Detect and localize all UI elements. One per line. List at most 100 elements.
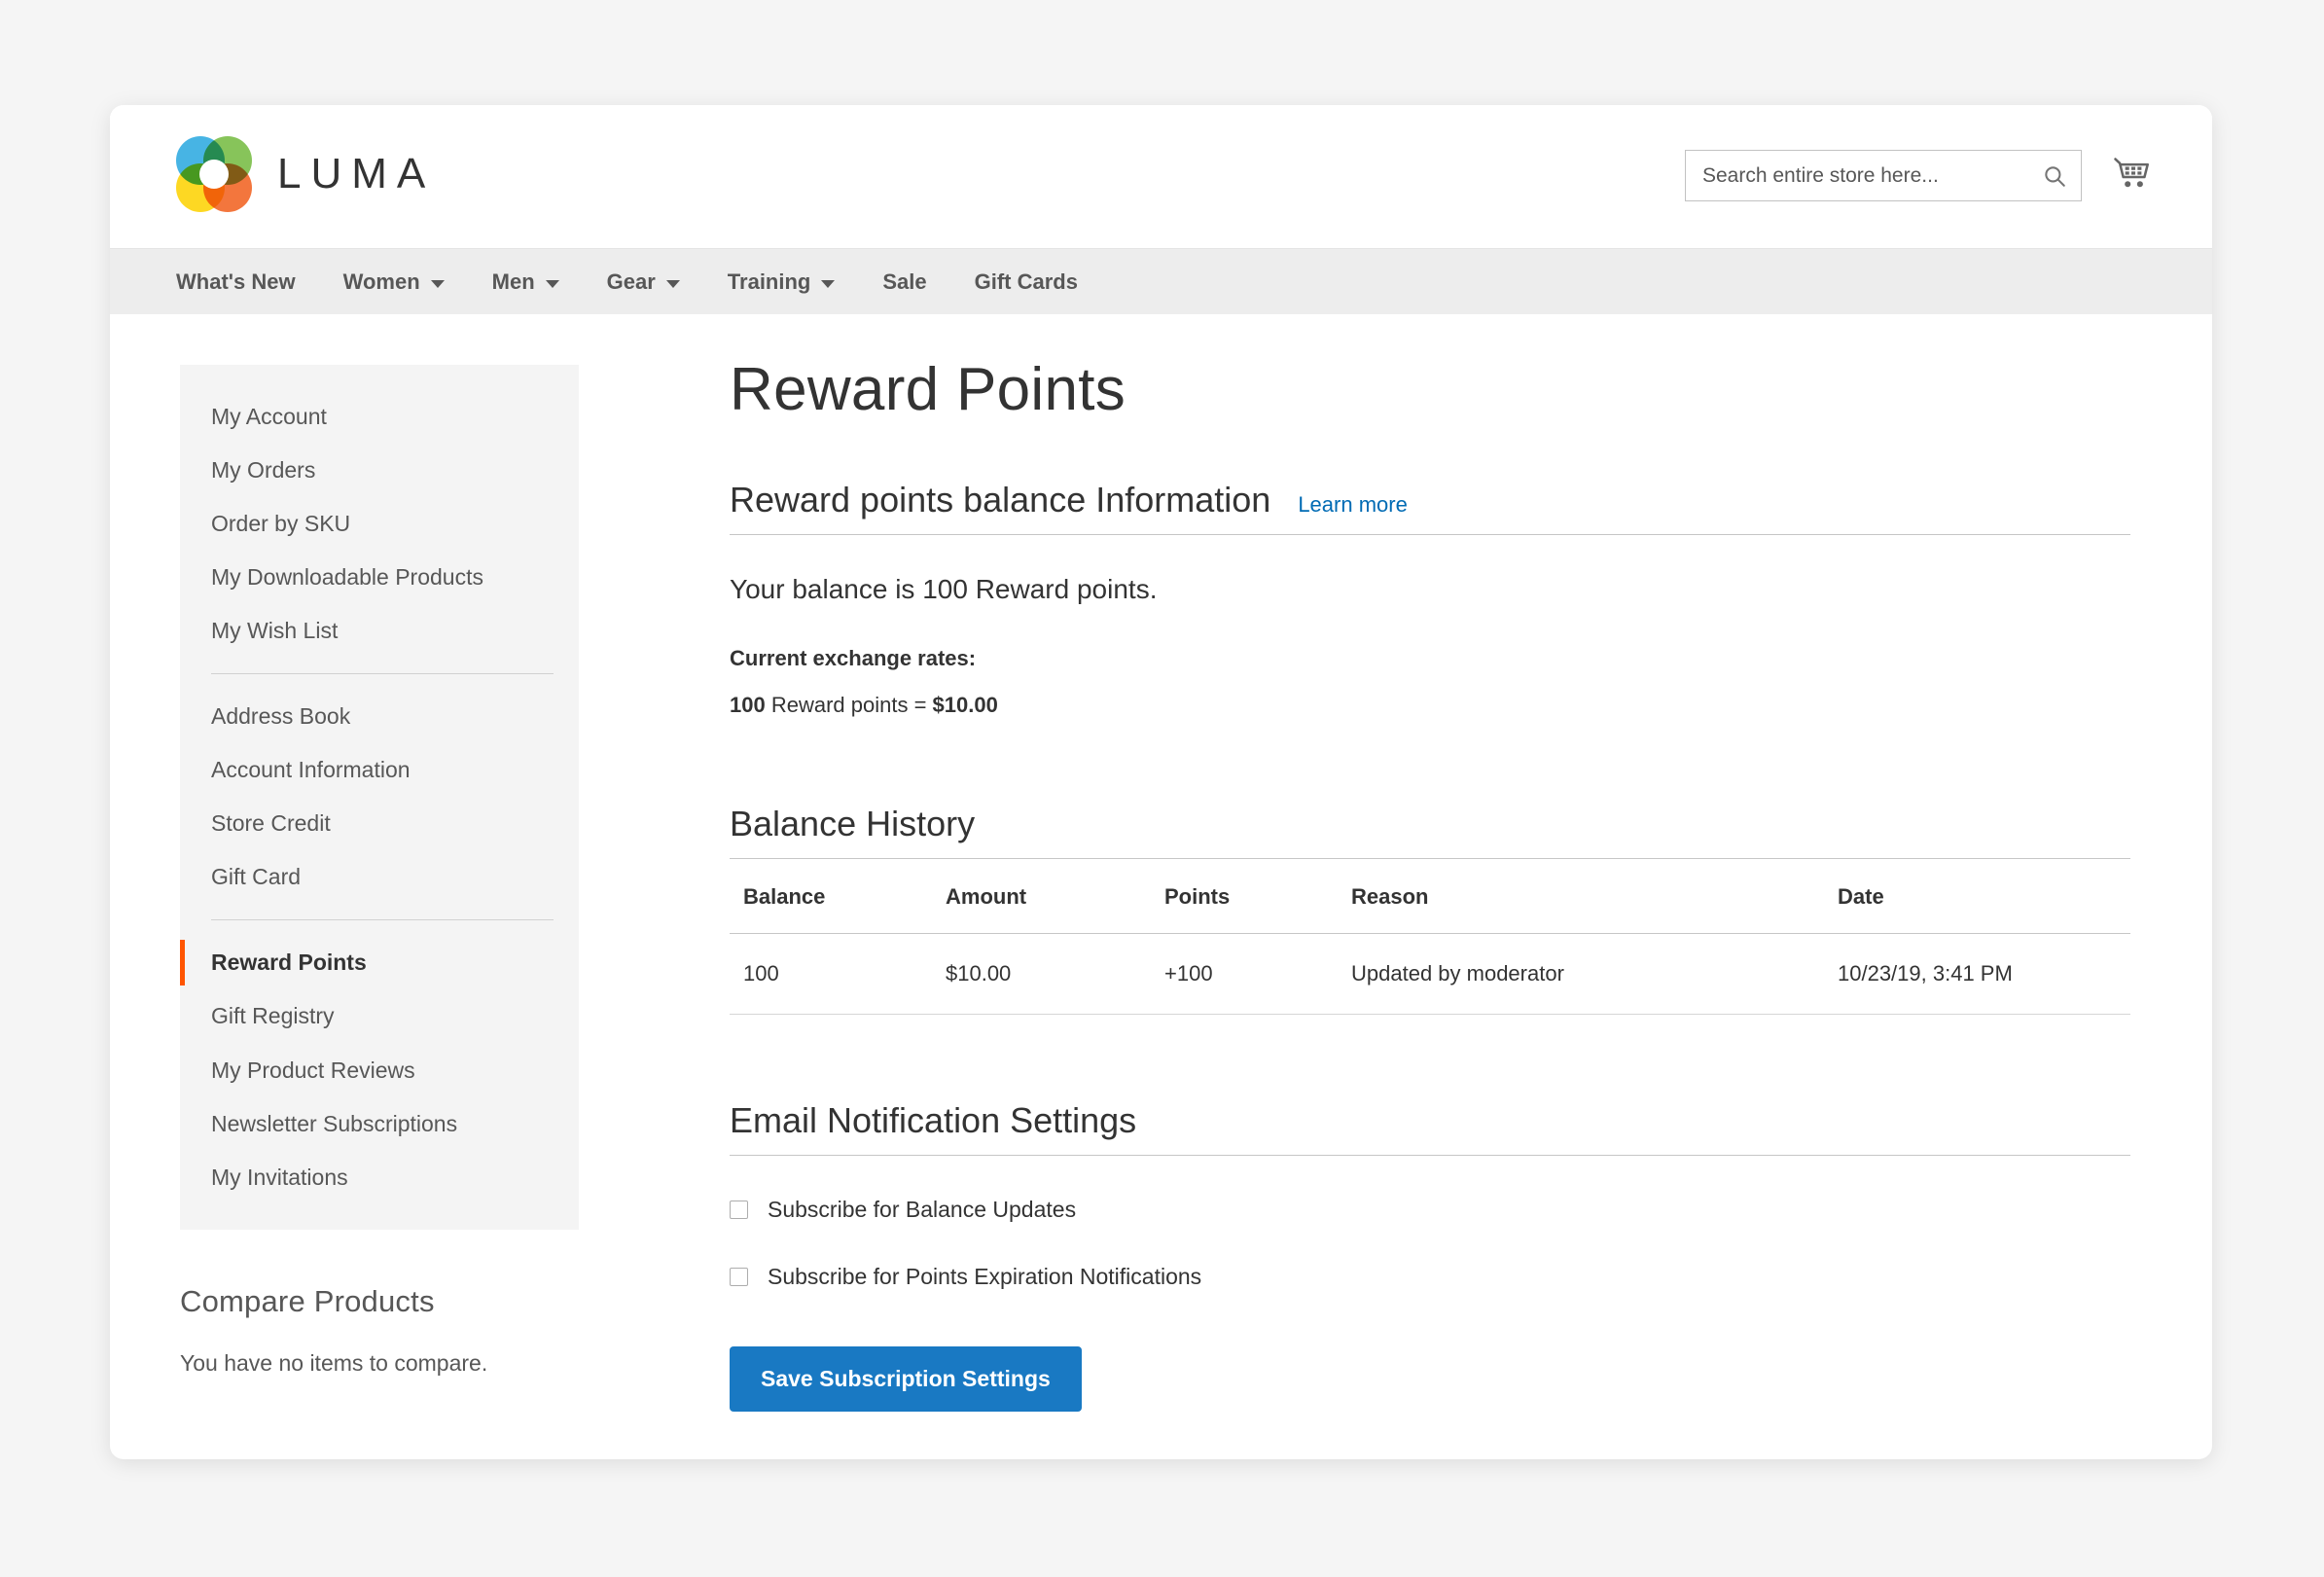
cell-amount: $10.00 — [946, 933, 1164, 1016]
sidebar-item-my-wish-list[interactable]: My Wish List — [180, 604, 579, 658]
email-notification-heading: Email Notification Settings — [730, 1100, 1137, 1141]
table-header-row: Balance Amount Points Reason Date — [730, 859, 2130, 935]
nav-label: Men — [491, 269, 535, 294]
nav-item-gear[interactable]: Gear — [607, 269, 680, 295]
page-title: Reward Points — [730, 356, 1126, 423]
sidebar-item-store-credit[interactable]: Store Credit — [180, 797, 579, 850]
sidebar-divider — [211, 919, 554, 921]
main-navigation: What's New Women Men Gear Training Sale … — [110, 248, 2212, 314]
sidebar-item-label: Reward Points — [211, 950, 367, 976]
sidebar-item-label: My Invitations — [211, 1164, 348, 1190]
exchange-rate-points: 100 — [730, 693, 766, 718]
nav-item-men[interactable]: Men — [492, 269, 559, 295]
page-body: My Account My Orders Order by SKU My Dow… — [110, 314, 2212, 1413]
nav-item-whats-new[interactable]: What's New — [176, 269, 296, 295]
column-header-balance: Balance — [730, 859, 946, 935]
chevron-down-icon — [545, 279, 559, 288]
exchange-rate-line: 100 Reward points = $10.00 — [730, 693, 2130, 718]
nav-item-women[interactable]: Women — [343, 269, 445, 295]
site-header: LUMA — [110, 105, 2212, 248]
shopping-cart-icon — [2114, 157, 2149, 187]
sidebar-item-account-information[interactable]: Account Information — [180, 743, 579, 797]
email-notification-section-header: Email Notification Settings — [730, 1100, 2130, 1157]
sidebar-item-my-account[interactable]: My Account — [180, 390, 579, 444]
nav-item-gift-cards[interactable]: Gift Cards — [975, 269, 1078, 295]
sidebar-item-my-downloadable-products[interactable]: My Downloadable Products — [180, 551, 579, 604]
chevron-down-icon — [430, 279, 445, 288]
sidebar-item-label: My Orders — [211, 457, 316, 484]
logo-wordmark: LUMA — [277, 150, 436, 197]
sidebar-item-label: Newsletter Subscriptions — [211, 1110, 458, 1136]
sidebar-item-address-book[interactable]: Address Book — [180, 690, 579, 743]
balance-info-heading: Reward points balance Information — [730, 480, 1271, 520]
sidebar-divider — [211, 673, 554, 675]
cell-points: +100 — [1164, 933, 1351, 1016]
table-row: 100 $10.00 +100 Updated by moderator 10/… — [730, 933, 2130, 1016]
balance-info-section-header: Reward points balance Information Learn … — [730, 480, 2130, 536]
nav-item-sale[interactable]: Sale — [882, 269, 926, 295]
cell-reason: Updated by moderator — [1351, 933, 1838, 1016]
sidebar-item-order-by-sku[interactable]: Order by SKU — [180, 497, 579, 551]
checkbox-label-balance-updates[interactable]: Subscribe for Balance Updates — [768, 1197, 1076, 1223]
sidebar-item-label: Store Credit — [211, 810, 331, 837]
nav-label: Training — [727, 269, 811, 294]
exchange-rate-middle: Reward points = — [765, 693, 933, 718]
cart-button[interactable] — [2111, 157, 2152, 195]
sidebar-item-label: My Account — [211, 404, 327, 429]
account-nav-panel: My Account My Orders Order by SKU My Dow… — [180, 365, 579, 1230]
checkbox-balance-updates[interactable] — [730, 1201, 748, 1220]
column-header-amount: Amount — [946, 859, 1164, 935]
checkbox-row-points-expiration[interactable]: Subscribe for Points Expiration Notifica… — [730, 1264, 2130, 1290]
sidebar-item-label: Gift Card — [211, 864, 302, 890]
nav-label: Gear — [606, 269, 656, 294]
column-header-reason: Reason — [1351, 859, 1838, 935]
compare-products-empty-text: You have no items to compare. — [180, 1349, 488, 1376]
sidebar-item-label: Account Information — [211, 757, 411, 783]
cell-balance: 100 — [730, 933, 946, 1016]
sidebar-item-gift-card[interactable]: Gift Card — [180, 850, 579, 904]
sidebar-item-reward-points[interactable]: Reward Points — [180, 936, 579, 989]
compare-products-block: Compare Products You have no items to co… — [180, 1284, 579, 1377]
search-box[interactable] — [1685, 150, 2082, 201]
checkbox-label-points-expiration[interactable]: Subscribe for Points Expiration Notifica… — [768, 1264, 1201, 1290]
search-icon[interactable] — [2042, 163, 2067, 189]
site-logo[interactable]: LUMA — [176, 136, 435, 212]
exchange-rates-title: Current exchange rates: — [730, 646, 977, 671]
nav-label: Gift Cards — [974, 269, 1078, 294]
nav-item-training[interactable]: Training — [728, 269, 836, 295]
search-input[interactable] — [1686, 151, 2081, 200]
nav-label: What's New — [176, 269, 296, 294]
balance-history-table: Balance Amount Points Reason Date 100 $1… — [730, 859, 2130, 1016]
checkbox-points-expiration[interactable] — [730, 1268, 748, 1287]
exchange-rate-value: $10.00 — [932, 693, 998, 718]
sidebar-item-gift-registry[interactable]: Gift Registry — [180, 989, 579, 1043]
header-actions — [1685, 150, 2152, 201]
luma-logo-icon — [176, 136, 252, 212]
checkbox-row-balance-updates[interactable]: Subscribe for Balance Updates — [730, 1197, 2130, 1223]
account-sidebar: My Account My Orders Order by SKU My Dow… — [180, 365, 579, 1377]
balance-history-section-header: Balance History — [730, 804, 2130, 860]
chevron-down-icon — [821, 279, 836, 288]
nav-label: Women — [342, 269, 420, 294]
sidebar-item-label: Address Book — [211, 703, 351, 730]
compare-products-title: Compare Products — [180, 1283, 435, 1318]
sidebar-item-label: My Product Reviews — [211, 1057, 415, 1083]
page-card: LUMA Search entire store here... What's … — [110, 105, 2212, 1459]
sidebar-item-label: Gift Registry — [211, 1003, 335, 1029]
learn-more-link[interactable]: Learn more — [1298, 492, 1408, 518]
sidebar-item-my-invitations[interactable]: My Invitations — [180, 1151, 579, 1204]
save-subscription-settings-button[interactable]: Save Subscription Settings — [730, 1346, 1082, 1413]
sidebar-item-newsletter-subscriptions[interactable]: Newsletter Subscriptions — [180, 1097, 579, 1151]
column-header-points: Points — [1164, 859, 1351, 935]
sidebar-item-label: My Downloadable Products — [211, 564, 483, 591]
sidebar-item-my-orders[interactable]: My Orders — [180, 444, 579, 497]
chevron-down-icon — [665, 279, 680, 288]
balance-statement: Your balance is 100 Reward points. — [730, 574, 1158, 605]
nav-label: Sale — [882, 269, 927, 294]
sidebar-item-my-product-reviews[interactable]: My Product Reviews — [180, 1044, 579, 1097]
main-content: Reward Points Reward points balance Info… — [730, 356, 2130, 1413]
balance-history-heading: Balance History — [730, 804, 976, 844]
sidebar-item-label: Order by SKU — [211, 511, 351, 537]
column-header-date: Date — [1838, 859, 2130, 935]
sidebar-item-label: My Wish List — [211, 618, 339, 644]
